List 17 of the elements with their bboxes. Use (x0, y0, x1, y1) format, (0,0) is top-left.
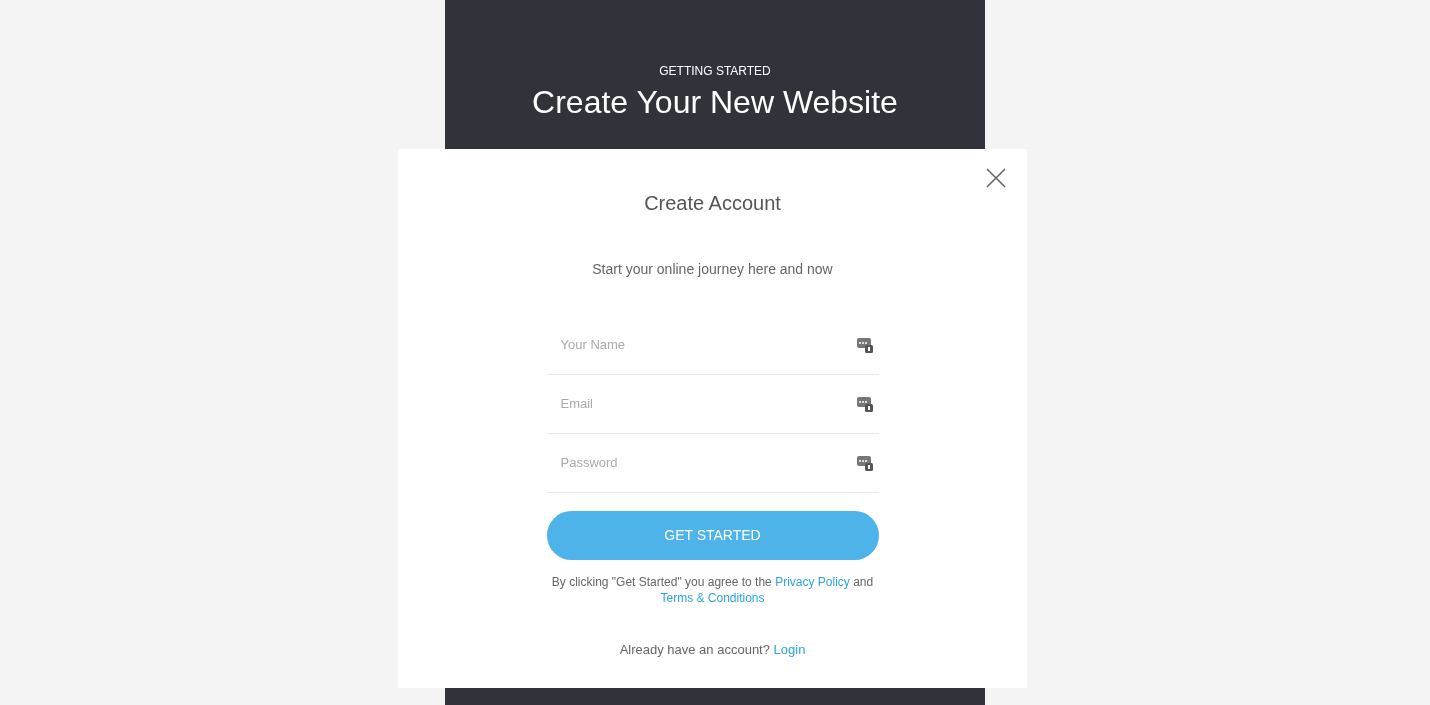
input-field[interactable]: Password (558, 452, 857, 474)
terms-link[interactable]: Terms & Conditions (660, 591, 765, 605)
close-icon[interactable] (985, 167, 1007, 189)
eyebrow-text: GETTING STARTED (659, 63, 771, 80)
login-prompt: Already have an account? Login (618, 641, 807, 659)
page-title: Create Your New Website (531, 83, 899, 122)
dots-badge-icon[interactable] (856, 396, 873, 412)
agreement-text: By clicking "Get Started" you agree to the Privacy Policy and Terms & Conditions (550, 574, 875, 606)
privacy-policy-link[interactable]: Privacy Policy (775, 575, 850, 589)
get-started-button[interactable]: GET STARTED (546, 511, 879, 560)
dots-badge-icon[interactable] (856, 337, 873, 353)
dialog-title: Create Account (643, 191, 782, 215)
input-field[interactable]: Email (558, 393, 857, 415)
dots-badge-icon[interactable] (856, 455, 873, 471)
dialog-subtitle: Start your online journey here and now (591, 260, 834, 279)
input-field[interactable]: Your Name (558, 334, 857, 356)
login-link[interactable]: Login (773, 642, 806, 657)
